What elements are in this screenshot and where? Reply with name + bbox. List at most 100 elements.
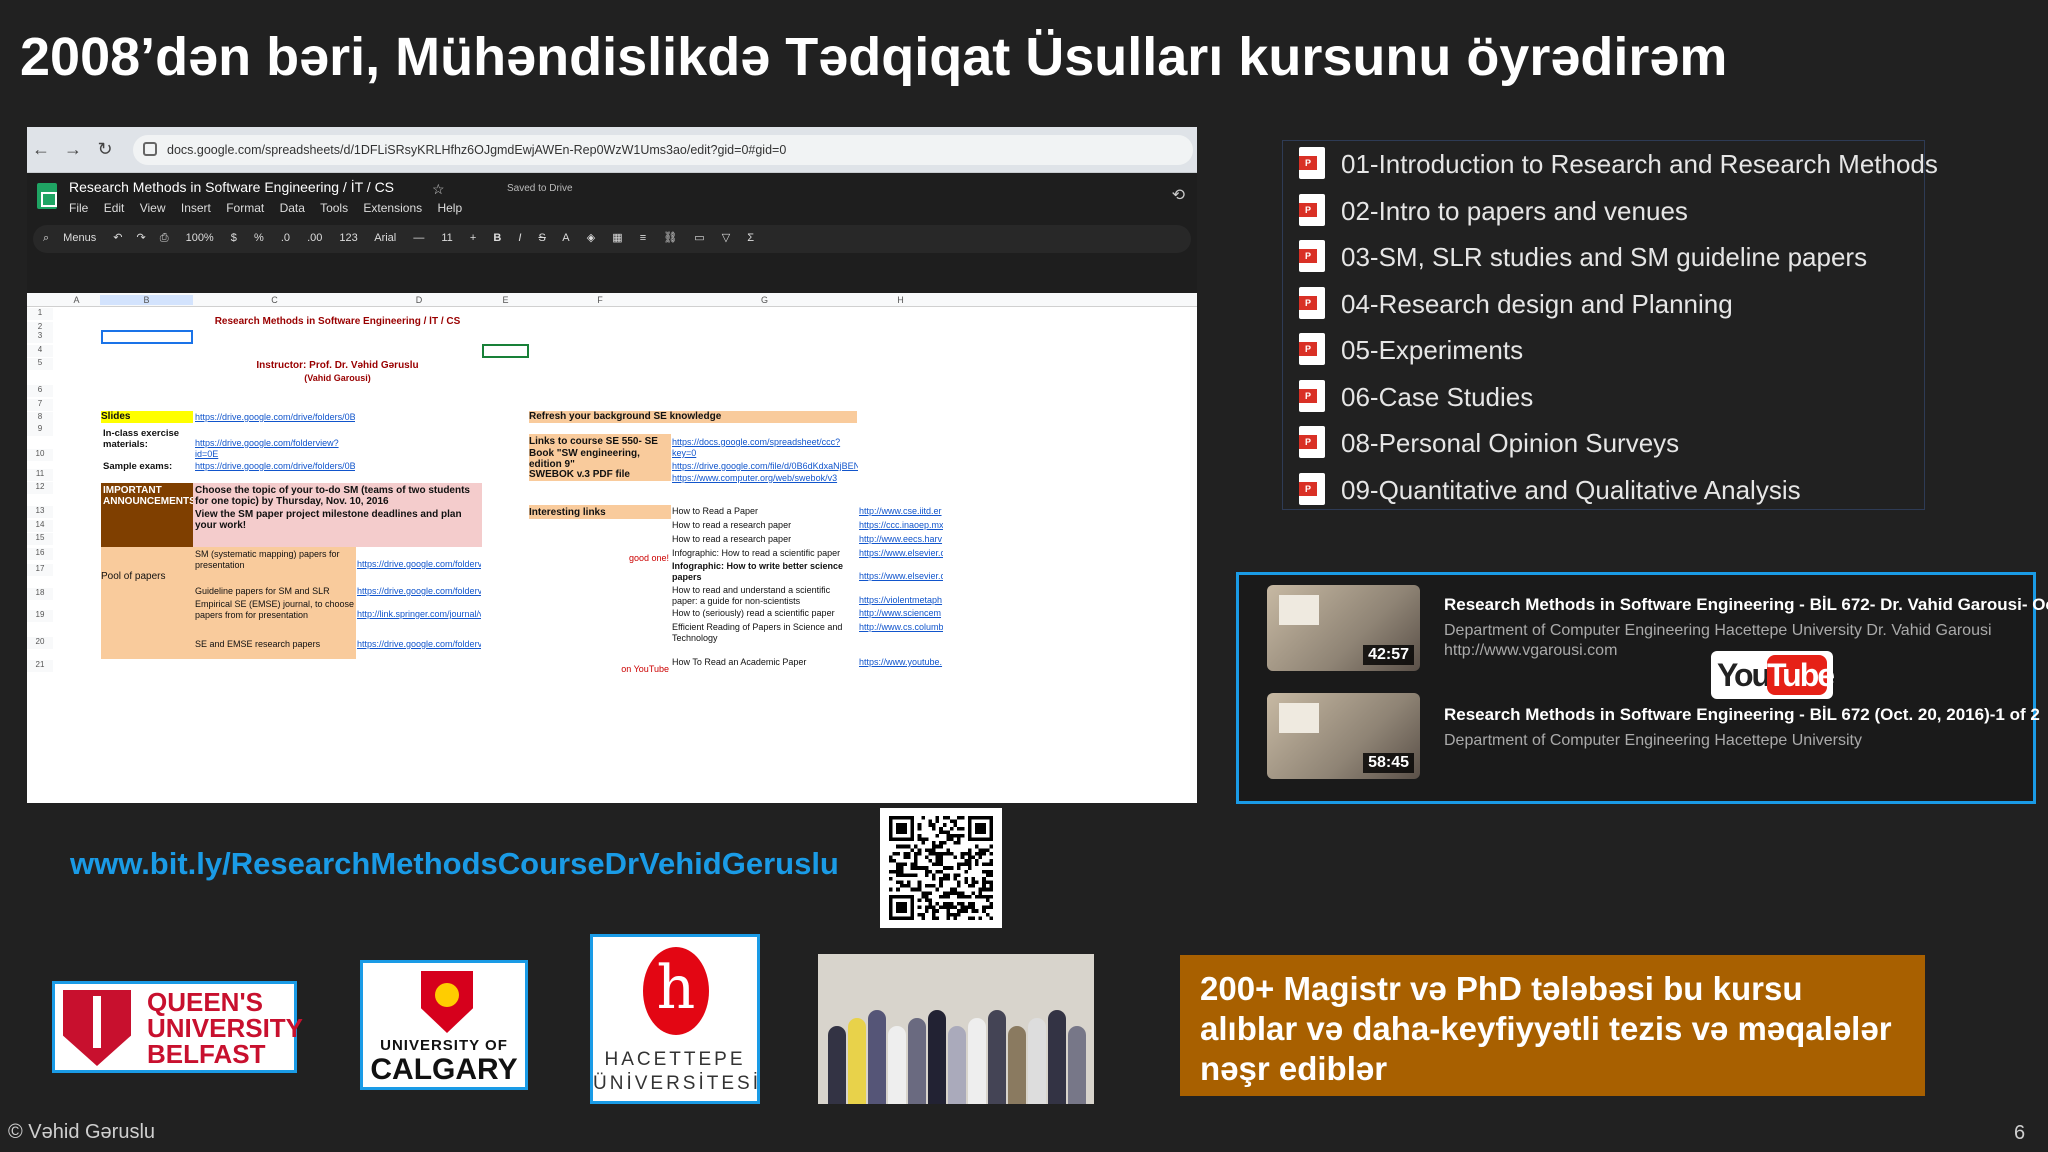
star-icon[interactable]: ☆ bbox=[432, 181, 445, 198]
link-slides[interactable]: https://drive.google.com/drive/folders/0… bbox=[195, 412, 355, 423]
pdf-item[interactable]: P 04-Research design and Planning bbox=[1299, 285, 1919, 321]
menu-data[interactable]: Data bbox=[280, 201, 305, 215]
menu-help[interactable]: Help bbox=[437, 201, 462, 215]
pdf-item[interactable]: P 05-Experiments bbox=[1299, 331, 1919, 367]
pdf-item[interactable]: P 09-Quantitative and Qualitative Analysi… bbox=[1299, 471, 1919, 507]
row-number[interactable]: 11 bbox=[27, 469, 53, 481]
interesting-link-url[interactable]: https://www.youtube. bbox=[859, 657, 943, 668]
video-thumbnail[interactable]: 58:45 bbox=[1267, 693, 1420, 779]
text-color-icon[interactable]: A bbox=[562, 232, 569, 244]
site-info-icon[interactable] bbox=[143, 142, 157, 156]
zoom-select[interactable]: 100% bbox=[186, 232, 214, 244]
fill-color-icon[interactable]: ◈ bbox=[587, 232, 595, 244]
row-number[interactable]: 4 bbox=[27, 345, 53, 357]
link-inclass[interactable]: https://drive.google.com/folderview?id=0… bbox=[195, 438, 355, 460]
cell-interesting[interactable]: Interesting links bbox=[529, 505, 671, 519]
col-header[interactable]: B bbox=[100, 295, 193, 305]
row-number[interactable]: 19 bbox=[27, 610, 53, 622]
undo-icon[interactable]: ↶ bbox=[113, 232, 122, 244]
cell-sample[interactable]: Sample exams: bbox=[103, 461, 193, 472]
row-number[interactable]: 20 bbox=[27, 637, 53, 649]
pdf-item[interactable]: P 01-Introduction to Research and Researc… bbox=[1299, 145, 1938, 181]
back-icon[interactable]: ← bbox=[31, 139, 51, 160]
menus-search[interactable]: Menus bbox=[63, 232, 96, 244]
row-number[interactable]: 7 bbox=[27, 399, 53, 411]
row-number[interactable]: 6 bbox=[27, 385, 53, 397]
cell-pool[interactable]: Pool of papers bbox=[101, 547, 193, 659]
cell-instructor[interactable]: Instructor: Prof. Dr. Vəhid Gəruslu bbox=[193, 360, 482, 371]
pdf-item[interactable]: P 03-SM, SLR studies and SM guideline pap… bbox=[1299, 238, 1919, 274]
col-header[interactable]: D bbox=[356, 295, 482, 305]
cell-refresh[interactable]: Refresh your background SE knowledge bbox=[529, 411, 857, 423]
number-format-button[interactable]: 123 bbox=[339, 232, 357, 244]
menu-file[interactable]: File bbox=[69, 201, 88, 215]
menu-edit[interactable]: Edit bbox=[104, 201, 125, 215]
col-header[interactable]: G bbox=[671, 295, 858, 305]
row-number[interactable]: 1 bbox=[27, 308, 53, 320]
menu-view[interactable]: View bbox=[140, 201, 166, 215]
increase-decimal-button[interactable]: .00 bbox=[307, 232, 322, 244]
menu-insert[interactable]: Insert bbox=[181, 201, 211, 215]
font-select[interactable]: Arial bbox=[374, 232, 396, 244]
cell-important[interactable]: IMPORTANT ANNOUNCEMENTS: bbox=[101, 483, 193, 547]
row-number[interactable]: 13 bbox=[27, 506, 53, 518]
pdf-item[interactable]: P 02-Intro to papers and venues bbox=[1299, 192, 1919, 228]
italic-icon[interactable]: I bbox=[518, 232, 521, 244]
font-size-increase[interactable]: + bbox=[470, 232, 476, 244]
pdf-item[interactable]: P 06-Case Studies bbox=[1299, 378, 1919, 414]
row-number[interactable]: 21 bbox=[27, 660, 53, 672]
interesting-link-url[interactable]: https://ccc.inaoep.mx bbox=[859, 520, 943, 531]
bold-icon[interactable]: B bbox=[493, 232, 501, 244]
filter-icon[interactable]: ▽ bbox=[722, 232, 730, 244]
cell-sheet-title[interactable]: Research Methods in Software Engineering… bbox=[193, 316, 482, 327]
pool-item-url[interactable]: https://drive.google.com/folderv bbox=[357, 639, 481, 650]
interesting-link-url[interactable]: https://www.elsevier.c bbox=[859, 571, 943, 582]
interesting-link-url[interactable]: http://www.cse.iitd.er bbox=[859, 506, 943, 517]
functions-icon[interactable]: Σ bbox=[747, 232, 754, 244]
url-input[interactable]: docs.google.com/spreadsheets/d/1DFLiSRsy… bbox=[133, 135, 1193, 165]
link-course[interactable]: https://docs.google.com/spreadsheet/ccc?… bbox=[672, 437, 858, 459]
cell-e4[interactable] bbox=[482, 344, 529, 358]
row-number[interactable]: 10 bbox=[27, 449, 53, 461]
col-header[interactable]: C bbox=[193, 295, 356, 305]
interesting-link-url[interactable]: http://www.eecs.harv bbox=[859, 534, 943, 545]
history-icon[interactable]: ⟲ bbox=[1172, 185, 1185, 205]
course-link[interactable]: www.bit.ly/ResearchMethodsCourseDrVehidG… bbox=[70, 846, 839, 882]
link-icon[interactable]: ⛓ bbox=[663, 232, 677, 244]
forward-icon[interactable]: → bbox=[63, 139, 83, 160]
interesting-link-url[interactable]: http://www.sciencem bbox=[859, 608, 943, 619]
align-icon[interactable]: ≡ bbox=[640, 232, 646, 244]
col-header[interactable]: E bbox=[482, 295, 529, 305]
video-title[interactable]: Research Methods in Software Engineering… bbox=[1444, 705, 2040, 725]
font-size-input[interactable]: 11 bbox=[441, 232, 452, 244]
cell-instructor-alt[interactable]: (Vahid Garousi) bbox=[193, 373, 482, 384]
row-number[interactable]: 14 bbox=[27, 520, 53, 532]
percent-button[interactable]: % bbox=[254, 232, 264, 244]
strikethrough-icon[interactable]: S bbox=[539, 232, 546, 244]
row-number[interactable]: 9 bbox=[27, 424, 53, 436]
font-size-decrease[interactable]: — bbox=[413, 232, 424, 244]
pool-item-url[interactable]: https://drive.google.com/folderv bbox=[357, 586, 481, 597]
doc-title[interactable]: Research Methods in Software Engineering… bbox=[69, 179, 394, 195]
comment-icon[interactable]: ▭ bbox=[694, 232, 704, 244]
row-number[interactable]: 16 bbox=[27, 548, 53, 560]
cell-inclass[interactable]: In-class exercise materials: bbox=[103, 428, 193, 450]
selected-cell-b3[interactable] bbox=[101, 330, 193, 344]
menu-format[interactable]: Format bbox=[226, 201, 264, 215]
sheets-logo-icon[interactable] bbox=[37, 183, 57, 209]
redo-icon[interactable]: ↷ bbox=[136, 232, 145, 244]
link-swebok[interactable]: https://www.computer.org/web/swebok/v3 bbox=[672, 473, 858, 484]
row-number[interactable]: 15 bbox=[27, 533, 53, 545]
col-header[interactable]: A bbox=[53, 295, 100, 305]
decrease-decimal-button[interactable]: .0 bbox=[281, 232, 290, 244]
row-number[interactable]: 12 bbox=[27, 482, 53, 494]
col-header[interactable]: H bbox=[858, 295, 943, 305]
reload-icon[interactable]: ↻ bbox=[95, 139, 115, 160]
pdf-item[interactable]: P 08-Personal Opinion Surveys bbox=[1299, 424, 1919, 460]
row-number[interactable]: 8 bbox=[27, 412, 53, 424]
row-number[interactable]: 18 bbox=[27, 588, 53, 600]
cell-links-course[interactable]: Links to course SE 550- SE bbox=[529, 434, 671, 448]
pool-item-url[interactable]: http://link.springer.com/journal/v bbox=[357, 609, 481, 620]
sheet-grid[interactable]: A B C D E F G H 1 2 3 4 5 6 7 8 9 10 11 12 13 14 15 16 1… bbox=[27, 293, 1197, 803]
link-book[interactable]: https://drive.google.com/file/d/0B6dKdxa… bbox=[672, 461, 858, 472]
